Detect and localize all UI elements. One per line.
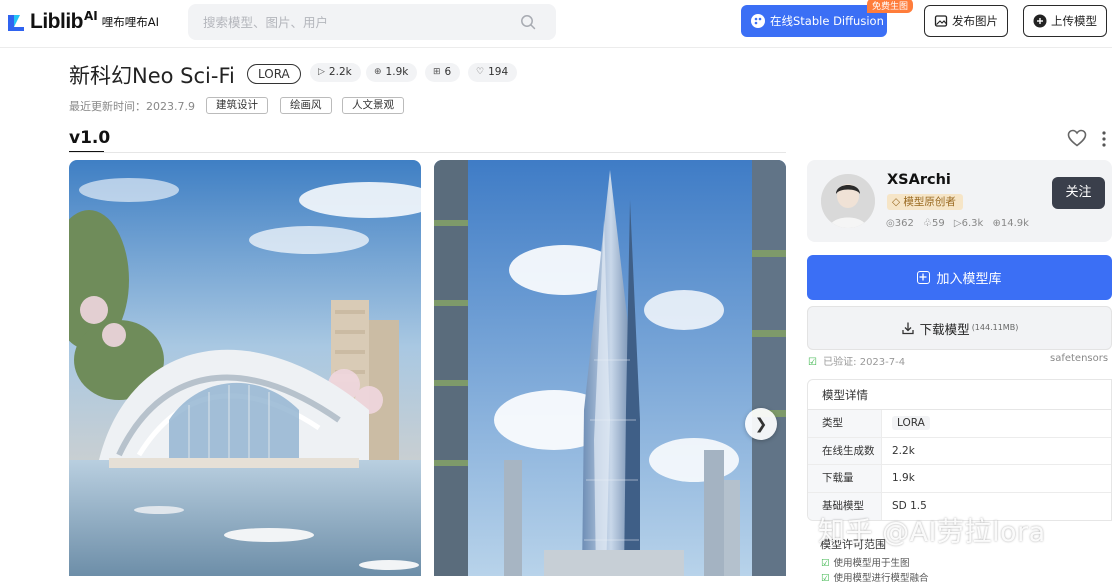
file-format-label: safetensors <box>1050 353 1109 364</box>
gallery-next-button[interactable]: ❯ <box>745 408 777 440</box>
image-icon <box>934 15 948 27</box>
logo-ai-text: AI <box>84 9 98 23</box>
avatar[interactable] <box>821 174 875 228</box>
author-stat: ⊕14.9k <box>992 218 1029 229</box>
diamond-icon: ◇ <box>892 196 901 208</box>
category-tag[interactable]: 绘画风 <box>280 97 332 114</box>
follow-button[interactable]: 关注 <box>1052 177 1105 209</box>
heart-icon: ♡ <box>476 67 485 77</box>
download-icon <box>902 322 914 335</box>
author-stat: ▷6.3k <box>953 218 984 229</box>
search-box <box>188 4 556 40</box>
category-tag[interactable]: 建筑设计 <box>206 97 268 114</box>
add-to-library-label: 加入模型库 <box>936 272 1002 287</box>
model-type-tag: LORA <box>247 64 301 84</box>
publish-image-button[interactable]: 发布图片 <box>924 5 1008 37</box>
sd-button-label: 在线Stable Diffusion <box>770 14 884 28</box>
run-count-stat: ▷ 2.2k <box>310 63 361 82</box>
watermark: 知乎 @AI劳拉lora <box>818 517 1046 548</box>
shield-check-icon: ☑ <box>808 357 817 368</box>
table-row: 下载量 1.9k <box>808 465 1111 493</box>
license-item-label: 使用模型进行模型融合 <box>833 573 929 584</box>
chevron-right-icon: ❯ <box>754 415 768 433</box>
online-stable-diffusion-button[interactable]: 在线Stable Diffusion <box>741 5 887 37</box>
category-tag[interactable]: 人文景观 <box>342 97 404 114</box>
download-model-button[interactable]: 下载模型 (144.11MB) <box>807 306 1112 350</box>
table-row: 类型 LORA <box>808 410 1111 438</box>
check-icon: ☑ <box>821 573 830 584</box>
type-pill: LORA <box>892 416 930 430</box>
author-stat: ♧59 <box>923 218 945 229</box>
model-details-table: 模型详情 类型 LORA 在线生成数 2.2k 下载量 1.9k 基础模型 SD… <box>807 379 1112 521</box>
search-input[interactable] <box>188 4 488 40</box>
author-stats: ◎362 ♧59 ▷6.3k ⊕14.9k <box>886 218 1035 229</box>
last-updated-text: 最近更新时间：2023.7.9 <box>69 100 195 113</box>
license-item: ☑ 使用模型进行模型融合 <box>821 570 929 584</box>
license-item-label: 使用模型用于生图 <box>833 558 910 569</box>
original-creator-badge: ◇ 模型原创者 <box>887 194 963 210</box>
upload-button-label: 上传模型 <box>1051 14 1097 28</box>
check-icon: ☑ <box>821 558 830 569</box>
plus-circle-icon <box>1033 14 1047 28</box>
image-count-stat: ⊞ 6 <box>425 63 461 82</box>
search-icon[interactable] <box>520 14 536 30</box>
play-icon: ▷ <box>318 67 325 77</box>
tab-divider <box>69 152 786 153</box>
stat-value: 194 <box>488 66 509 78</box>
logo-text: Liblib <box>30 10 84 33</box>
detail-value: LORA <box>882 410 930 437</box>
download-label: 下载模型 <box>919 321 970 337</box>
logo-chinese-text: 哩布哩布AI <box>101 15 160 29</box>
stat-value: 2.2k <box>328 66 352 78</box>
license-item: ☑ 使用模型用于生图 <box>821 555 910 569</box>
gallery-image-futuristic-pavilion[interactable] <box>69 160 421 576</box>
model-title: 新科幻Neo Sci-Fi <box>69 64 235 88</box>
site-logo[interactable]: Liblib AI 哩布哩布AI <box>6 9 160 34</box>
free-generation-badge: 免费生图 <box>867 0 914 13</box>
version-tab[interactable]: v1.0 <box>69 128 110 148</box>
details-title: 模型详情 <box>808 380 1111 410</box>
image-icon: ⊞ <box>433 67 441 77</box>
detail-value: 1.9k <box>892 472 915 484</box>
download-icon: ⊕ <box>374 67 382 77</box>
author-card: XSArchi ◇ 模型原创者 ◎362 ♧59 ▷6.3k ⊕14.9k 关注 <box>807 160 1112 242</box>
publish-button-label: 发布图片 <box>952 14 998 28</box>
gallery-image-futuristic-tower[interactable] <box>434 160 786 576</box>
stat-value: 6 <box>444 66 452 78</box>
detail-key: 类型 <box>808 410 882 437</box>
author-stat: ◎362 <box>886 218 914 229</box>
upload-model-button[interactable]: 上传模型 <box>1023 5 1107 37</box>
download-size: (144.11MB) <box>971 322 1019 332</box>
verified-status: ☑ 已验证: 2023-7-4 <box>808 353 905 368</box>
favorite-heart-icon[interactable] <box>1067 129 1087 147</box>
stat-value: 1.9k <box>385 66 409 78</box>
more-options-icon[interactable] <box>1102 131 1106 147</box>
author-name[interactable]: XSArchi <box>887 172 951 188</box>
detail-value: 2.2k <box>892 444 915 457</box>
add-to-library-button[interactable]: 加入模型库 <box>807 255 1112 300</box>
verified-date: 已验证: 2023-7-4 <box>823 357 906 368</box>
like-count-stat: ♡ 194 <box>468 63 518 82</box>
logo-mark-icon <box>6 11 28 33</box>
table-row: 在线生成数 2.2k <box>808 437 1111 465</box>
download-count-stat: ⊕ 1.9k <box>366 63 418 82</box>
top-navigation-bar: Liblib AI 哩布哩布AI 在线Stable Diffusion 免费生图… <box>0 0 1112 48</box>
add-square-icon <box>917 271 931 284</box>
detail-key: 下载量 <box>808 465 882 492</box>
badge-label: 模型原创者 <box>903 196 956 208</box>
detail-key: 在线生成数 <box>808 437 882 464</box>
palette-icon <box>751 14 765 28</box>
